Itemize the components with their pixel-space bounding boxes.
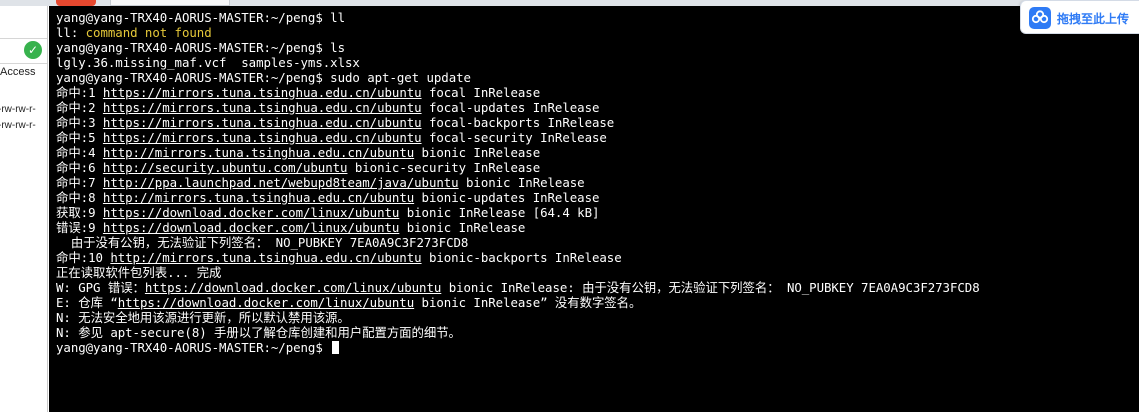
text-cursor bbox=[332, 341, 340, 354]
url-link[interactable]: https://mirrors.tuna.tsinghua.edu.cn/ubu… bbox=[103, 100, 422, 115]
terminal-text: bionic-updates InRelease bbox=[414, 190, 600, 205]
error-text: command not found bbox=[85, 25, 212, 40]
terminal-text: bionic InRelease: 由于没有公钥，无法验证下列签名： NO_PU… bbox=[441, 280, 980, 295]
terminal-text: 由于没有公钥，无法验证下列签名： NO_PUBKEY 7EA0A9C3F273F… bbox=[56, 235, 469, 250]
terminal-window[interactable]: yang@yang-TRX40-AORUS-MASTER:~/peng$ ll l… bbox=[49, 6, 1139, 412]
terminal-text: 命中:8 bbox=[56, 190, 103, 205]
terminal-text: focal-backports InRelease bbox=[421, 115, 615, 130]
terminal-line: 由于没有公钥，无法验证下列签名： NO_PUBKEY 7EA0A9C3F273F… bbox=[56, 235, 980, 250]
terminal-line: 命中:7 http://ppa.launchpad.net/webupd8tea… bbox=[56, 175, 980, 190]
terminal-text: lgly.36.missing_maf.vcf samples-yms.xlsx bbox=[56, 55, 360, 70]
terminal-text: 命中:4 bbox=[56, 145, 103, 160]
upload-label: 拖拽至此上传 bbox=[1057, 12, 1130, 26]
terminal-line: ll: command not found bbox=[56, 25, 980, 40]
url-link[interactable]: https://mirrors.tuna.tsinghua.edu.cn/ubu… bbox=[103, 85, 422, 100]
terminal-line: 命中:1 https://mirrors.tuna.tsinghua.edu.c… bbox=[56, 85, 980, 100]
terminal-line: 错误:9 https://download.docker.com/linux/u… bbox=[56, 220, 980, 235]
terminal-text: bionic-backports InRelease bbox=[421, 250, 622, 265]
terminal-line: lgly.36.missing_maf.vcf samples-yms.xlsx bbox=[56, 55, 980, 70]
terminal-text: 命中:7 bbox=[56, 175, 103, 190]
terminal-line: E: 仓库 “https://download.docker.com/linux… bbox=[56, 295, 980, 310]
terminal-text: focal-security InRelease bbox=[421, 130, 607, 145]
terminal-line: 命中:8 http://mirrors.tuna.tsinghua.edu.cn… bbox=[56, 190, 980, 205]
terminal-line: 命中:2 https://mirrors.tuna.tsinghua.edu.c… bbox=[56, 100, 980, 115]
terminal-text: W: GPG 错误： bbox=[56, 280, 145, 295]
terminal-text: ll: bbox=[56, 25, 86, 40]
terminal-text: focal InRelease bbox=[421, 85, 541, 100]
terminal-text: focal-updates InRelease bbox=[421, 100, 600, 115]
terminal-text: bionic-security InRelease bbox=[347, 160, 541, 175]
url-link[interactable]: https://download.docker.com/linux/ubuntu bbox=[118, 295, 414, 310]
terminal-text: yang@yang-TRX40-AORUS-MASTER:~/peng$ ls bbox=[56, 40, 345, 55]
cloud-upload-icon bbox=[1029, 7, 1051, 29]
check-icon: ✓ bbox=[24, 41, 42, 59]
terminal-line: 命中:4 http://mirrors.tuna.tsinghua.edu.cn… bbox=[56, 145, 980, 160]
terminal-line: N: 参见 apt-secure(8) 手册以了解仓库创建和用户配置方面的细节。 bbox=[56, 325, 980, 340]
terminal-line: 命中:10 http://mirrors.tuna.tsinghua.edu.c… bbox=[56, 250, 980, 265]
terminal-text: bionic InRelease bbox=[399, 220, 526, 235]
terminal-text: 命中:2 bbox=[56, 100, 103, 115]
terminal-text: 命中:5 bbox=[56, 130, 103, 145]
access-column-header[interactable]: Access bbox=[0, 66, 35, 78]
terminal-text: bionic InRelease bbox=[458, 175, 585, 190]
terminal-text: bionic InRelease” 没有数字签名。 bbox=[414, 295, 642, 310]
url-link[interactable]: https://download.docker.com/linux/ubuntu bbox=[103, 205, 399, 220]
terminal-text: bionic InRelease bbox=[414, 145, 541, 160]
terminal-text: 正在读取软件包列表... 完成 bbox=[56, 265, 222, 280]
terminal-text: 获取:9 bbox=[56, 205, 103, 220]
terminal-text: yang@yang-TRX40-AORUS-MASTER:~/peng$ ll bbox=[56, 10, 345, 25]
url-link[interactable]: https://mirrors.tuna.tsinghua.edu.cn/ubu… bbox=[103, 130, 422, 145]
terminal-text: N: 参见 apt-secure(8) 手册以了解仓库创建和用户配置方面的细节。 bbox=[56, 325, 461, 340]
terminal-text: yang@yang-TRX40-AORUS-MASTER:~/peng$ bbox=[56, 340, 331, 355]
terminal-text: 错误:9 bbox=[56, 220, 103, 235]
terminal-line: yang@yang-TRX40-AORUS-MASTER:~/peng$ sud… bbox=[56, 70, 980, 85]
url-link[interactable]: http://mirrors.tuna.tsinghua.edu.cn/ubun… bbox=[103, 145, 414, 160]
terminal-line: yang@yang-TRX40-AORUS-MASTER:~/peng$ bbox=[56, 340, 980, 355]
terminal-line: N: 无法安全地用该源进行更新，所以默认禁用该源。 bbox=[56, 310, 980, 325]
url-link[interactable]: http://mirrors.tuna.tsinghua.edu.cn/ubun… bbox=[110, 250, 421, 265]
url-link[interactable]: http://ppa.launchpad.net/webupd8team/jav… bbox=[103, 175, 459, 190]
terminal-line: 正在读取软件包列表... 完成 bbox=[56, 265, 980, 280]
terminal-text: bionic InRelease [64.4 kB] bbox=[399, 205, 600, 220]
terminal-line: W: GPG 错误：https://download.docker.com/li… bbox=[56, 280, 980, 295]
terminal-text: 命中:1 bbox=[56, 85, 103, 100]
drag-upload-widget[interactable]: 拖拽至此上传 bbox=[1020, 0, 1139, 34]
file-permissions: -rw-rw-r- bbox=[0, 104, 36, 115]
terminal-text: yang@yang-TRX40-AORUS-MASTER:~/peng$ sud… bbox=[56, 70, 471, 85]
terminal-text: N: 无法安全地用该源进行更新，所以默认禁用该源。 bbox=[56, 310, 350, 325]
terminal-line: yang@yang-TRX40-AORUS-MASTER:~/peng$ ls bbox=[56, 40, 980, 55]
terminal-text: 命中:10 bbox=[56, 250, 111, 265]
terminal-text: E: 仓库 “ bbox=[56, 295, 118, 310]
terminal-line: 命中:6 http://security.ubuntu.com/ubuntu b… bbox=[56, 160, 980, 175]
url-link[interactable]: https://download.docker.com/linux/ubuntu bbox=[103, 220, 399, 235]
terminal-text: 命中:6 bbox=[56, 160, 103, 175]
url-link[interactable]: http://security.ubuntu.com/ubuntu bbox=[103, 160, 348, 175]
terminal-line: 命中:5 https://mirrors.tuna.tsinghua.edu.c… bbox=[56, 130, 980, 145]
file-browser-panel: ✓ Access -rw-rw-r- -rw-rw-r- bbox=[0, 6, 48, 412]
terminal-line: 获取:9 https://download.docker.com/linux/u… bbox=[56, 205, 980, 220]
terminal-line: yang@yang-TRX40-AORUS-MASTER:~/peng$ ll bbox=[56, 10, 980, 25]
url-link[interactable]: https://mirrors.tuna.tsinghua.edu.cn/ubu… bbox=[103, 115, 422, 130]
terminal-text: 命中:3 bbox=[56, 115, 103, 130]
url-link[interactable]: https://download.docker.com/linux/ubuntu bbox=[145, 280, 441, 295]
url-link[interactable]: http://mirrors.tuna.tsinghua.edu.cn/ubun… bbox=[103, 190, 414, 205]
terminal-line: 命中:3 https://mirrors.tuna.tsinghua.edu.c… bbox=[56, 115, 980, 130]
terminal-output: yang@yang-TRX40-AORUS-MASTER:~/peng$ ll l… bbox=[56, 10, 980, 355]
file-permissions: -rw-rw-r- bbox=[0, 120, 36, 131]
